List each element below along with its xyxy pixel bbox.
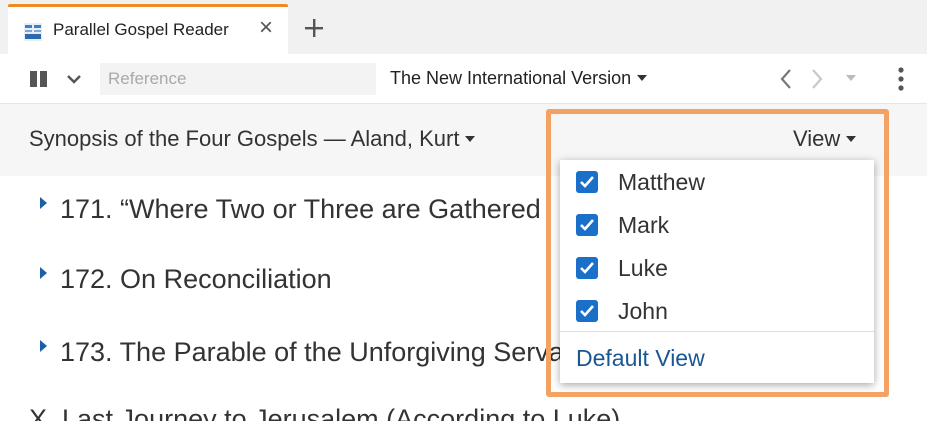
list-item[interactable]: 171. “Where Two or Three are Gathered [40, 194, 541, 225]
history-dropdown-icon[interactable] [846, 75, 856, 81]
expand-triangle-icon[interactable] [40, 197, 47, 209]
checkmark-icon [580, 219, 594, 231]
toolbar: The New International Version [0, 54, 927, 104]
menu-item-label: Mark [618, 211, 670, 238]
list-item[interactable]: 173. The Parable of the Unforgiving Serv… [40, 337, 586, 368]
view-menu: Matthew Mark Luke John Default View [560, 160, 874, 383]
more-options-icon[interactable] [895, 66, 907, 92]
resource-title-selector[interactable]: Synopsis of the Four Gospels — Aland, Ku… [29, 126, 476, 152]
resource-title: Synopsis of the Four Gospels — Aland, Ku… [29, 126, 460, 151]
tab-title: Parallel Gospel Reader [53, 20, 229, 39]
plus-icon[interactable] [300, 14, 328, 42]
caret-down-icon [637, 75, 648, 82]
tab-parallel-gospel-reader[interactable]: Parallel Gospel Reader × [8, 4, 288, 54]
entry-label: 172. On Reconciliation [60, 264, 332, 294]
chevron-down-icon[interactable] [66, 73, 82, 85]
menu-item-john[interactable]: John [576, 293, 668, 329]
checkbox-matthew[interactable] [576, 171, 598, 193]
entry-label: 171. “Where Two or Three are Gathered [60, 194, 541, 224]
menu-item-mark[interactable]: Mark [576, 207, 669, 243]
panel-layout-icon[interactable] [30, 71, 48, 87]
section-heading[interactable]: X. Last Journey to Jerusalem (According … [29, 404, 620, 421]
checkmark-icon [580, 305, 594, 317]
entry-label: 173. The Parable of the Unforgiving Serv… [60, 337, 587, 367]
list-item[interactable]: 172. On Reconciliation [40, 264, 332, 295]
checkbox-mark[interactable] [576, 214, 598, 236]
version-selector[interactable]: The New International Version [390, 68, 648, 89]
menu-item-matthew[interactable]: Matthew [576, 164, 705, 200]
reference-input[interactable] [100, 63, 376, 95]
menu-divider [560, 331, 874, 332]
chevron-right-icon[interactable] [808, 67, 826, 91]
checkbox-john[interactable] [576, 300, 598, 322]
chevron-left-icon[interactable] [777, 67, 795, 91]
caret-down-icon [846, 136, 857, 143]
checkmark-icon [580, 262, 594, 274]
close-icon[interactable]: × [254, 16, 278, 40]
menu-item-label: Matthew [618, 168, 705, 195]
expand-triangle-icon[interactable] [40, 340, 47, 352]
view-button[interactable]: View [793, 126, 857, 152]
checkmark-icon [580, 176, 594, 188]
checkbox-luke[interactable] [576, 257, 598, 279]
expand-triangle-icon[interactable] [40, 267, 47, 279]
menu-item-luke[interactable]: Luke [576, 250, 668, 286]
view-label: View [793, 126, 841, 151]
menu-item-label: Luke [618, 254, 668, 281]
caret-down-icon [465, 136, 476, 143]
tab-strip: Parallel Gospel Reader × [0, 0, 927, 54]
parallel-reader-icon [24, 23, 42, 41]
version-label: The New International Version [390, 68, 632, 88]
default-view-link[interactable]: Default View [576, 345, 705, 372]
menu-item-label: John [618, 297, 668, 324]
